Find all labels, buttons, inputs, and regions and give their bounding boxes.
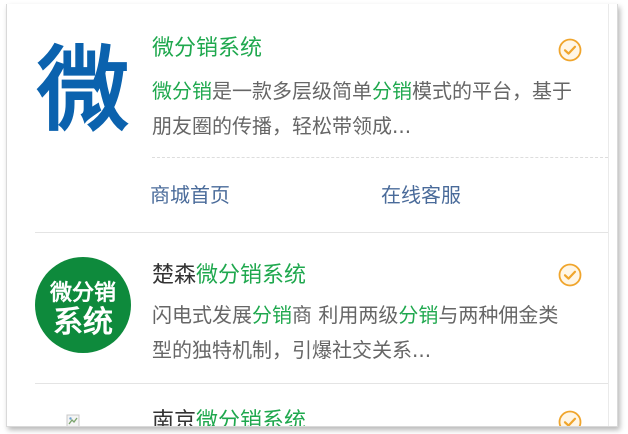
broken-image-icon — [66, 414, 80, 426]
result-title[interactable]: 微分销系统 — [152, 35, 262, 63]
text-segment: 商 利用两级 — [292, 303, 399, 327]
online-service-link[interactable]: 在线客服 — [381, 181, 461, 209]
text-segment: 楚森 — [152, 263, 197, 288]
result-description: 微分销是一款多层级简单分销模式的平台，基于朋友圈的传播，轻松带领成... — [152, 74, 572, 144]
text-segment: 闪电式发展 — [152, 303, 252, 327]
logo-glyph: 微 — [36, 40, 129, 136]
dashed-divider — [152, 157, 608, 158]
chusen-logo[interactable]: 微分销 系统 — [35, 257, 131, 353]
keyword-highlight: 微分销系统 — [196, 409, 307, 427]
check-circle-icon — [558, 263, 582, 287]
keyword-highlight: 分销 — [372, 79, 412, 103]
check-circle-icon — [558, 38, 582, 62]
result-card-2[interactable]: 微分销 系统 楚森微分销系统 闪电式发展分销商 利用两级分销与两种佣金类型的独特… — [7, 233, 617, 383]
keyword-highlight: 微分销系统 — [152, 36, 263, 61]
result-card-1[interactable]: 微 微分销系统 微分销是一款多层级简单分销模式的平台，基于朋友圈的传播，轻松带领… — [7, 4, 617, 232]
keyword-highlight: 微分销 — [152, 79, 212, 103]
mall-home-link[interactable]: 商城首页 — [150, 181, 230, 209]
keyword-highlight: 分销 — [398, 303, 439, 327]
result-title[interactable]: 楚森微分销系统 — [152, 262, 306, 290]
result-title[interactable]: 南京微分销系统 — [152, 408, 307, 427]
logo-text-line2: 系统 — [53, 305, 113, 340]
text-segment: 是一款多层级简单 — [212, 79, 372, 103]
search-results-panel: 微 微分销系统 微分销是一款多层级简单分销模式的平台，基于朋友圈的传播，轻松带领… — [6, 4, 618, 427]
result-description: 闪电式发展分销商 利用两级分销与两种佣金类型的独特机制，引爆社交关系... — [152, 298, 572, 368]
keyword-highlight: 微分销系统 — [196, 263, 307, 288]
weifenxiao-logo[interactable]: 微 — [35, 40, 131, 136]
result-card-3[interactable]: 南京微分销系统 — [7, 384, 617, 427]
logo-text-line1: 微分销 — [49, 280, 116, 306]
keyword-highlight: 分销 — [252, 303, 292, 327]
text-segment: 南京 — [152, 409, 197, 427]
check-circle-icon — [558, 410, 582, 426]
